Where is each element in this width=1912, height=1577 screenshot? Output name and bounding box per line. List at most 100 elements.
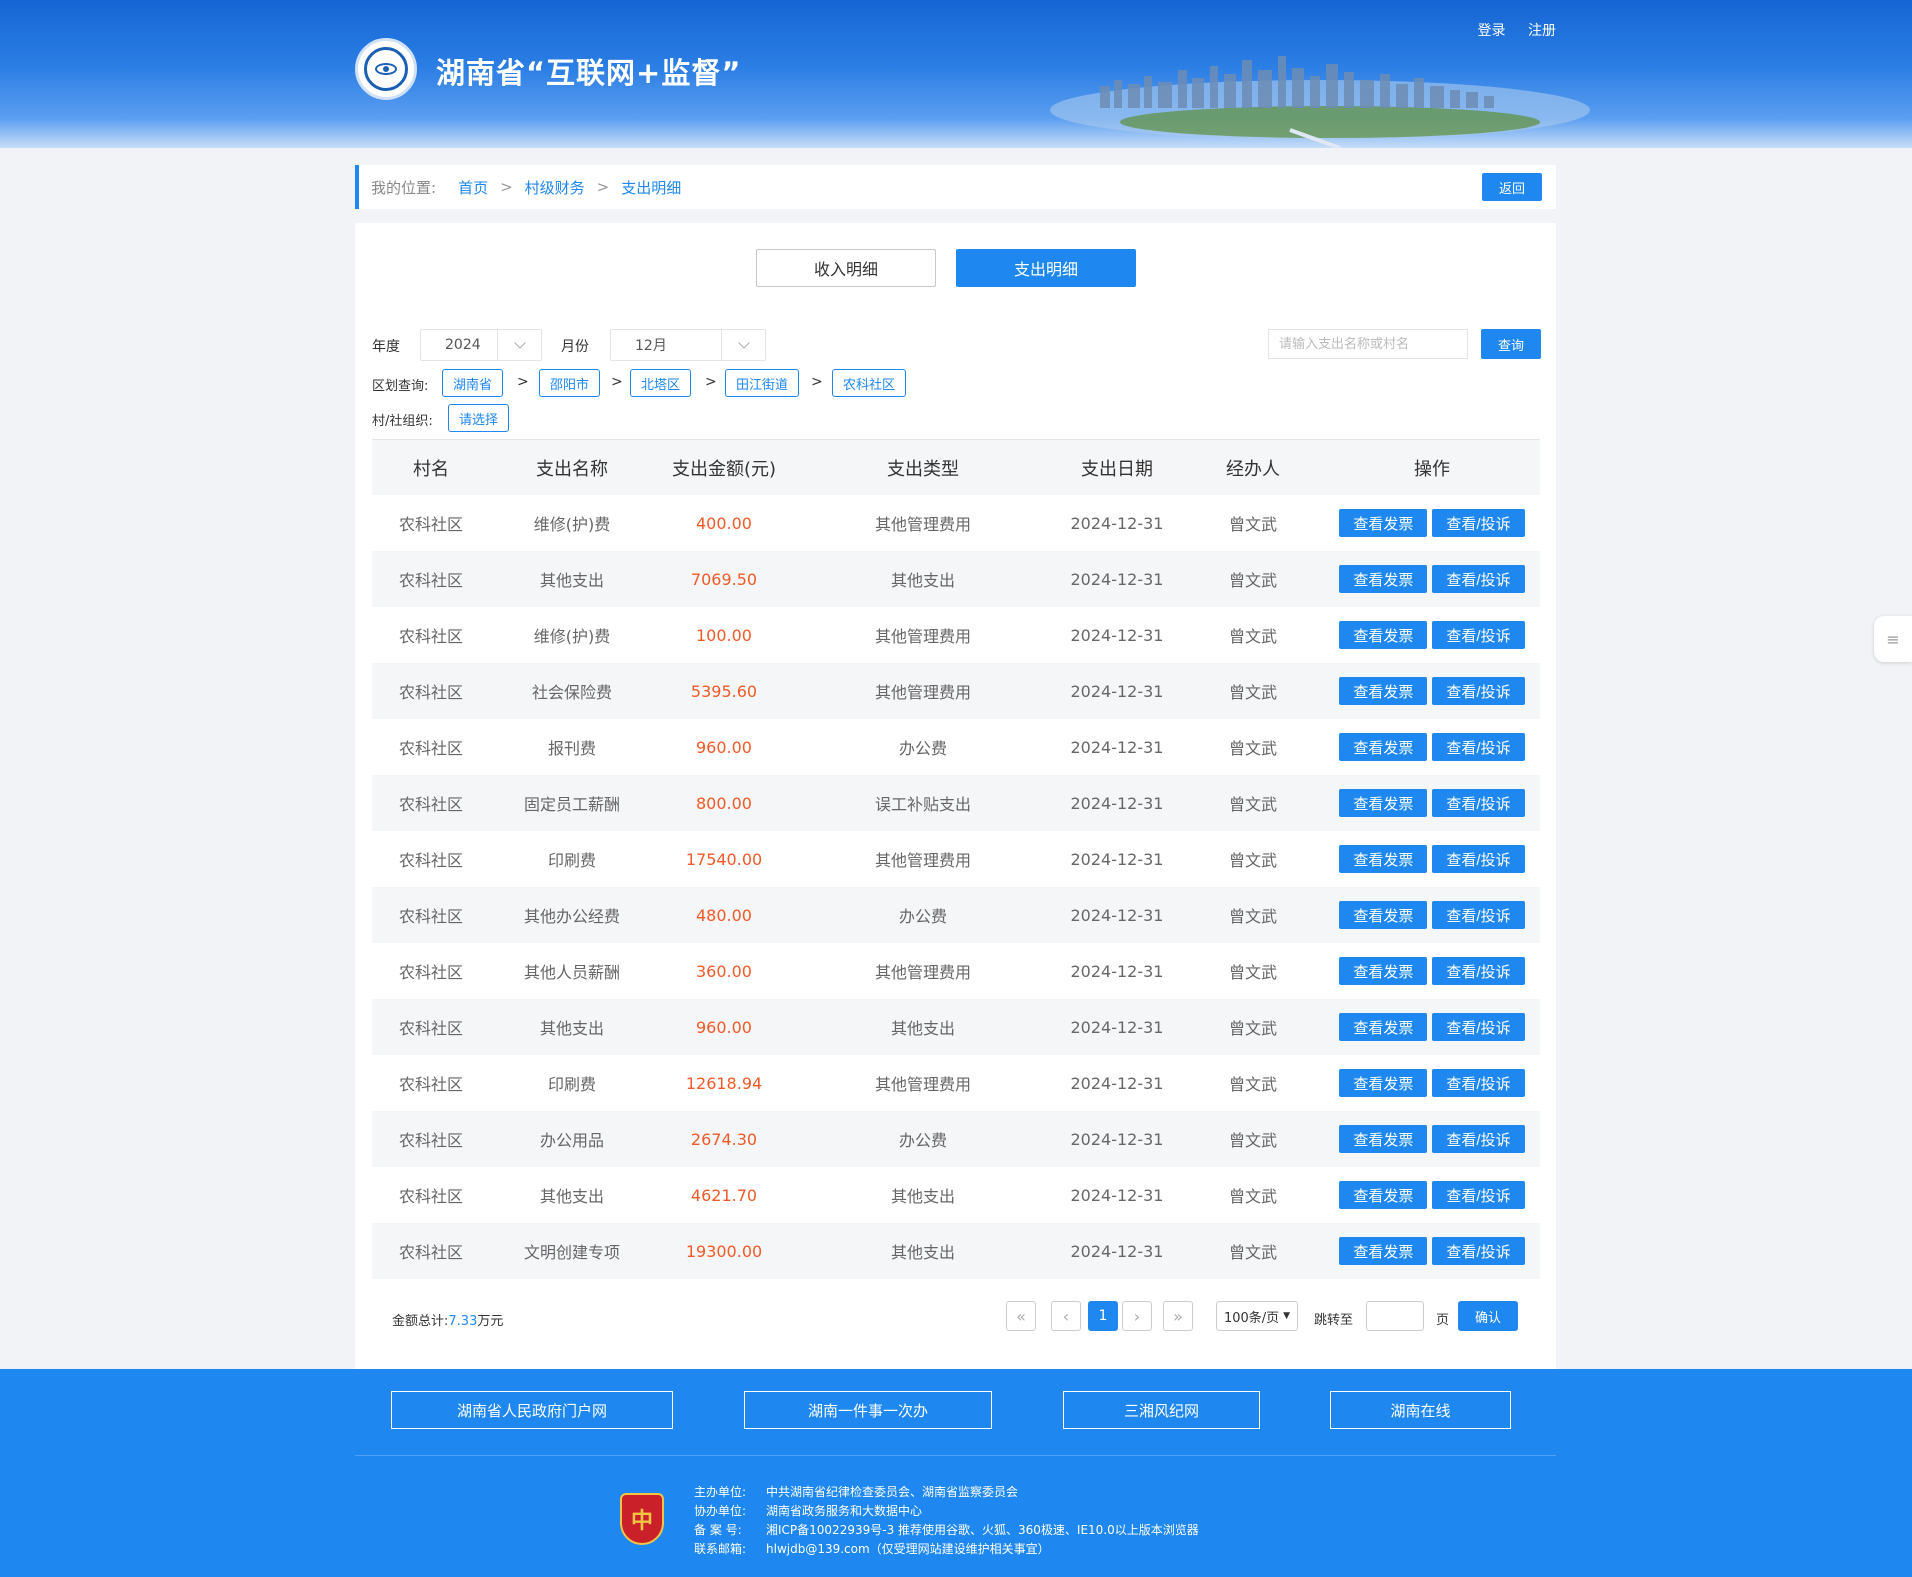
view-invoice-button[interactable]: 查看发票 xyxy=(1339,565,1428,593)
region-district[interactable]: 北塔区 xyxy=(630,369,692,397)
col-actions: 操作 xyxy=(1414,458,1450,480)
view-complain-button[interactable]: 查看/投诉 xyxy=(1432,621,1525,649)
cell-type: 其他支出 xyxy=(890,1019,955,1038)
view-invoice-button[interactable]: 查看发票 xyxy=(1339,1125,1428,1153)
view-complain-button[interactable]: 查看/投诉 xyxy=(1432,1237,1525,1265)
month-label: 月份 xyxy=(561,339,589,355)
view-invoice-button[interactable]: 查看发票 xyxy=(1339,901,1428,929)
table-row: 农科社区 其他支出 4621.70 其他支出 2024-12-31 曾文武 查看发票 查看/投… xyxy=(372,1167,1540,1223)
cell-type: 其他管理费用 xyxy=(874,515,971,534)
prev-page-button[interactable]: ‹ xyxy=(1051,1301,1081,1331)
view-invoice-button[interactable]: 查看发票 xyxy=(1339,509,1428,537)
page-size-select[interactable]: 100条/页 ▼ xyxy=(1216,1301,1298,1331)
region-city[interactable]: 邵阳市 xyxy=(539,369,601,397)
tab-income[interactable]: 收入明细 xyxy=(756,249,936,287)
next-page-button[interactable]: › xyxy=(1122,1301,1152,1331)
view-invoice-button[interactable]: 查看发票 xyxy=(1339,845,1428,873)
cell-village: 农科社区 xyxy=(398,1075,463,1094)
org-select[interactable]: 请选择 xyxy=(448,404,510,432)
cell-village: 农科社区 xyxy=(398,1019,463,1038)
view-complain-button[interactable]: 查看/投诉 xyxy=(1432,1125,1525,1153)
view-complain-button[interactable]: 查看/投诉 xyxy=(1432,733,1525,761)
site-header: 湖南省“互联网+监督” 登录 注册 xyxy=(0,0,1912,148)
cell-handler: 曾文武 xyxy=(1228,795,1277,814)
table-row: 农科社区 其他支出 7069.50 其他支出 2024-12-31 曾文武 查看发票 查看/投… xyxy=(372,551,1540,607)
query-button[interactable]: 查询 xyxy=(1481,329,1541,359)
region-community[interactable]: 农科社区 xyxy=(832,369,907,397)
view-complain-button[interactable]: 查看/投诉 xyxy=(1432,789,1525,817)
cell-type: 办公费 xyxy=(898,1131,947,1150)
footer-link-gov-portal[interactable]: 湖南省人民政府门户网 xyxy=(391,1391,673,1429)
table-row: 农科社区 维修(护)费 400.00 其他管理费用 2024-12-31 曾文武 查看发票查… xyxy=(372,495,1540,551)
view-complain-button[interactable]: 查看/投诉 xyxy=(1432,509,1525,537)
view-complain-button[interactable]: 查看/投诉 xyxy=(1432,901,1525,929)
view-invoice-button[interactable]: 查看发票 xyxy=(1339,733,1428,761)
cell-date: 2024-12-31 xyxy=(1070,849,1164,869)
view-complain-button[interactable]: 查看/投诉 xyxy=(1432,1013,1525,1041)
view-invoice-button[interactable]: 查看发票 xyxy=(1339,1013,1428,1041)
last-page-button[interactable]: » xyxy=(1163,1301,1193,1331)
year-select[interactable]: 2024 xyxy=(420,329,542,361)
view-complain-button[interactable]: 查看/投诉 xyxy=(1432,957,1525,985)
view-invoice-button[interactable]: 查看发票 xyxy=(1339,957,1428,985)
cell-date: 2024-12-31 xyxy=(1070,513,1164,533)
jump-confirm-button[interactable]: 确认 xyxy=(1458,1301,1518,1331)
view-complain-button[interactable]: 查看/投诉 xyxy=(1432,565,1525,593)
cell-amount: 960.00 xyxy=(696,1017,752,1037)
cell-actions: 查看发票 查看/投诉 xyxy=(1324,789,1540,817)
cell-actions: 查看发票 查看/投诉 xyxy=(1324,1125,1540,1153)
view-complain-button[interactable]: 查看/投诉 xyxy=(1432,845,1525,873)
login-link[interactable]: 登录 xyxy=(1478,23,1506,39)
view-invoice-button[interactable]: 查看发票 xyxy=(1339,677,1428,705)
footer-link-fengji[interactable]: 三湘风纪网 xyxy=(1063,1391,1260,1429)
cell-handler: 曾文武 xyxy=(1228,963,1277,982)
view-complain-button[interactable]: 查看/投诉 xyxy=(1432,1069,1525,1097)
table-row: 农科社区 报刊费 960.00 办公费 2024-12-31 曾文武 查看发票 查看/投诉 xyxy=(372,719,1540,775)
jump-label: 跳转至 xyxy=(1314,1313,1354,1328)
footer-info-line: 主办单位: 中共湖南省纪律检查委员会、湖南省监察委员会 xyxy=(694,1485,1019,1499)
register-link[interactable]: 注册 xyxy=(1528,23,1556,39)
breadcrumb-expense-detail[interactable]: 支出明细 xyxy=(621,177,681,198)
view-complain-button[interactable]: 查看/投诉 xyxy=(1432,677,1525,705)
page-size-value: 100条/页 xyxy=(1223,1310,1280,1326)
cell-village: 农科社区 xyxy=(398,1131,463,1150)
cell-handler: 曾文武 xyxy=(1228,907,1277,926)
cell-date: 2024-12-31 xyxy=(1070,905,1164,925)
jump-page-input[interactable] xyxy=(1366,1301,1424,1331)
view-invoice-button[interactable]: 查看发票 xyxy=(1339,621,1428,649)
first-page-button[interactable]: « xyxy=(1006,1301,1036,1331)
footer-link-hunan-online[interactable]: 湖南在线 xyxy=(1330,1391,1511,1429)
view-invoice-button[interactable]: 查看发票 xyxy=(1339,789,1428,817)
cell-name: 维修(护)费 xyxy=(533,515,611,534)
footer-link-one-thing[interactable]: 湖南一件事一次办 xyxy=(744,1391,992,1429)
tab-expense[interactable]: 支出明细 xyxy=(956,249,1136,287)
back-button[interactable]: 返回 xyxy=(1482,173,1542,201)
breadcrumb-village-finance[interactable]: 村级财务 xyxy=(525,177,585,198)
month-select[interactable]: 12月 xyxy=(610,329,766,361)
cell-village: 农科社区 xyxy=(398,851,463,870)
breadcrumb-home[interactable]: 首页 xyxy=(458,177,488,198)
cell-handler: 曾文武 xyxy=(1228,627,1277,646)
view-invoice-button[interactable]: 查看发票 xyxy=(1339,1237,1428,1265)
region-separator: > xyxy=(705,374,717,390)
region-province[interactable]: 湖南省 xyxy=(442,369,504,397)
footer-info-line: 协办单位: 湖南省政务服务和大数据中心 xyxy=(694,1504,923,1518)
region-street[interactable]: 田江街道 xyxy=(725,369,800,397)
cell-actions: 查看发票 查看/投诉 xyxy=(1324,901,1540,929)
cell-name: 印刷费 xyxy=(547,1075,596,1094)
cell-type: 其他管理费用 xyxy=(874,963,971,982)
view-complain-button[interactable]: 查看/投诉 xyxy=(1432,1181,1525,1209)
col-date: 支出日期 xyxy=(1081,458,1153,480)
cell-name: 办公用品 xyxy=(539,1131,604,1150)
cell-amount: 5395.60 xyxy=(690,681,758,701)
cell-village: 农科社区 xyxy=(398,739,463,758)
view-invoice-button[interactable]: 查看发票 xyxy=(1339,1181,1428,1209)
page-button-current[interactable]: 1 xyxy=(1088,1301,1118,1331)
cell-amount: 2674.30 xyxy=(690,1129,758,1149)
main-panel: 收入明细 支出明细 年度 2024 月份 12月 查询 区划查询: 湖南省 > … xyxy=(355,223,1556,1369)
side-menu-toggle[interactable]: ≡ xyxy=(1874,616,1912,662)
search-input[interactable] xyxy=(1268,329,1468,359)
view-invoice-button[interactable]: 查看发票 xyxy=(1339,1069,1428,1097)
cell-handler: 曾文武 xyxy=(1228,515,1277,534)
breadcrumb: 我的位置: 首页 > 村级财务 > 支出明细 返回 xyxy=(355,165,1556,209)
